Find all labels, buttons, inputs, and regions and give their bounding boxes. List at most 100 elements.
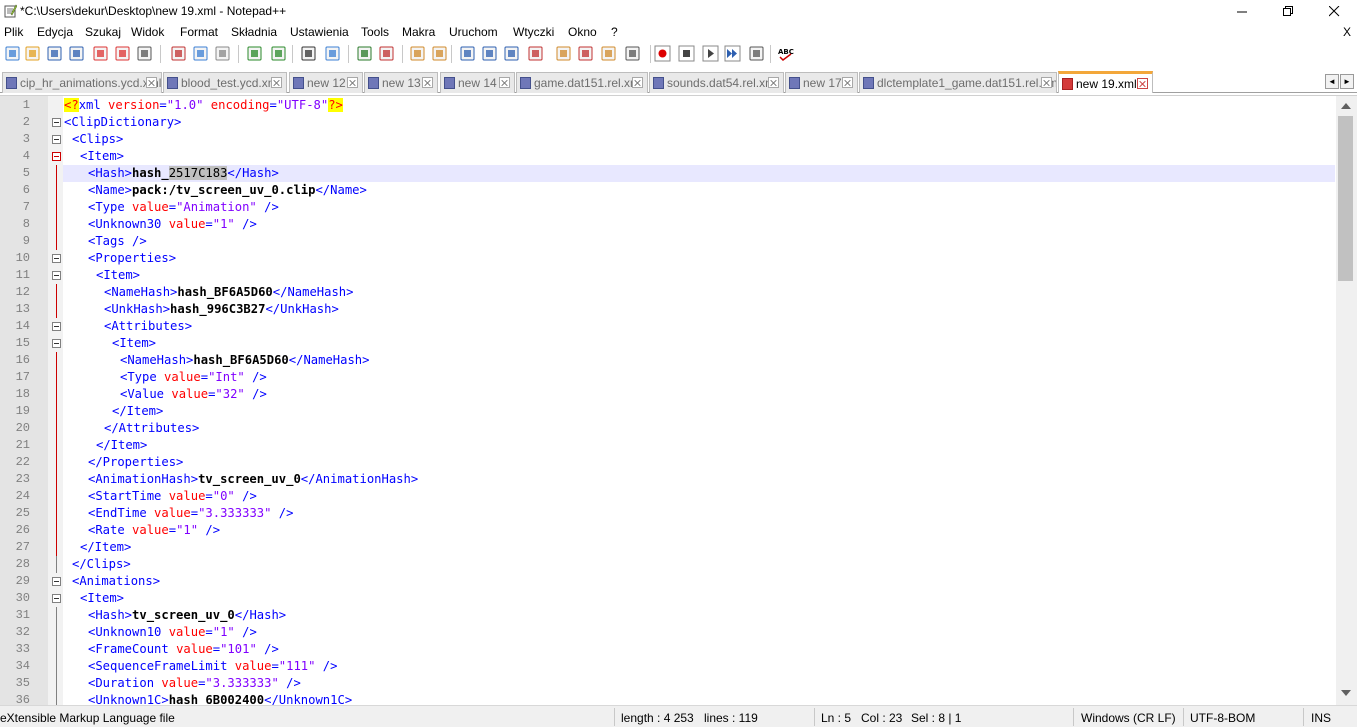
code-text[interactable]: <Clips> [63, 131, 1335, 148]
zoom-out-button[interactable] [378, 45, 395, 62]
menu-help[interactable]: ? [611, 25, 618, 39]
tab-scroll-right-button[interactable]: ► [1340, 74, 1354, 89]
tab-close-icon[interactable] [1137, 78, 1148, 89]
code-text[interactable]: <ClipDictionary> [63, 114, 1335, 131]
tab-3[interactable]: new 13 [364, 72, 438, 93]
find-button[interactable] [300, 45, 317, 62]
menu-okno[interactable]: Okno [568, 25, 597, 39]
code-text[interactable]: </Item> [63, 437, 1335, 454]
tab-close-icon[interactable] [499, 77, 510, 88]
paste-button[interactable] [214, 45, 231, 62]
code-text[interactable]: <Type value="Int" /> [63, 369, 1335, 386]
tab-close-icon[interactable] [422, 77, 433, 88]
tab-7[interactable]: new 17 [785, 72, 858, 93]
code-text[interactable]: </Item> [63, 403, 1335, 420]
cut-button[interactable] [170, 45, 187, 62]
fold-toggle-icon[interactable] [52, 135, 61, 144]
tab-close-icon[interactable] [347, 77, 358, 88]
tab-8[interactable]: dlctemplate1_game.dat151.rel.xml [859, 72, 1057, 93]
replace-button[interactable] [324, 45, 341, 62]
spellcheck-button[interactable]: ABC [778, 45, 795, 62]
code-text[interactable]: <EndTime value="3.333333" /> [63, 505, 1335, 522]
folder-workspace-button[interactable] [600, 45, 617, 62]
menu-ustawienia[interactable]: Ustawienia [290, 25, 349, 39]
document-map-button[interactable] [555, 45, 572, 62]
code-text[interactable]: <Name>pack:/tv_screen_uv_0.clip</Name> [63, 182, 1335, 199]
status-eol[interactable]: Windows (CR LF) [1081, 711, 1176, 725]
code-text[interactable]: <Animations> [63, 573, 1335, 590]
menu-edycja[interactable]: Edycja [37, 25, 73, 39]
code-text[interactable]: <Item> [63, 267, 1335, 284]
copy-button[interactable] [192, 45, 209, 62]
code-text[interactable]: <Unknown10 value="1" /> [63, 624, 1335, 641]
scrollbar-thumb[interactable] [1338, 116, 1353, 281]
tab-close-icon[interactable] [842, 77, 853, 88]
fold-toggle-icon[interactable] [52, 577, 61, 586]
redo-button[interactable] [270, 45, 287, 62]
save-macro-button[interactable] [748, 45, 765, 62]
code-text[interactable]: <Unknown30 value="1" /> [63, 216, 1335, 233]
undo-button[interactable] [246, 45, 263, 62]
stop-record-button[interactable] [678, 45, 695, 62]
menu-tools[interactable]: Tools [361, 25, 389, 39]
code-text[interactable]: <NameHash>hash_BF6A5D60</NameHash> [63, 352, 1335, 369]
code-text[interactable]: <Properties> [63, 250, 1335, 267]
tab-4[interactable]: new 14 [440, 72, 515, 93]
tab-close-icon[interactable] [768, 77, 779, 88]
code-text[interactable]: <Duration value="3.333333" /> [63, 675, 1335, 692]
code-text[interactable]: <StartTime value="0" /> [63, 488, 1335, 505]
run-macro-multiple-button[interactable] [724, 45, 741, 62]
function-list-button[interactable] [577, 45, 594, 62]
code-text[interactable]: <Value value="32" /> [63, 386, 1335, 403]
tab-close-icon[interactable] [632, 77, 643, 88]
code-text[interactable]: <?xml version="1.0" encoding="UTF-8"?> [63, 97, 1335, 114]
code-text[interactable]: </Attributes> [63, 420, 1335, 437]
code-text[interactable]: <UnkHash>hash_996C3B27</UnkHash> [63, 301, 1335, 318]
code-text[interactable]: <Hash>hash_2517C183</Hash> [63, 165, 1335, 182]
code-text[interactable]: <Item> [63, 335, 1335, 352]
code-text[interactable]: <Item> [63, 590, 1335, 607]
tab-close-icon[interactable] [146, 77, 157, 88]
fold-toggle-icon[interactable] [52, 339, 61, 348]
title-bar[interactable]: *C:\Users\dekur\Desktop\new 19.xml - Not… [0, 0, 1357, 22]
menu-uruchom[interactable]: Uruchom [449, 25, 498, 39]
fold-toggle-icon[interactable] [52, 118, 61, 127]
close-button[interactable] [92, 45, 109, 62]
close-all-button[interactable] [114, 45, 131, 62]
code-text[interactable]: <Tags /> [63, 233, 1335, 250]
menu-plik[interactable]: Plik [4, 25, 23, 39]
save-all-button[interactable] [68, 45, 85, 62]
sync-vertical-button[interactable] [409, 45, 426, 62]
tab-0[interactable]: cip_hr_animations.ycd.xml [2, 72, 162, 93]
record-macro-button[interactable] [654, 45, 671, 62]
code-text[interactable]: </Properties> [63, 454, 1335, 471]
tab-close-icon[interactable] [1041, 77, 1052, 88]
code-text[interactable]: <FrameCount value="101" /> [63, 641, 1335, 658]
close-document-button[interactable]: X [1343, 25, 1351, 39]
scroll-down-icon[interactable] [1341, 690, 1351, 696]
play-macro-button[interactable] [702, 45, 719, 62]
maximize-button[interactable] [1265, 0, 1311, 22]
vertical-scrollbar[interactable] [1336, 96, 1357, 705]
status-encoding[interactable]: UTF-8-BOM [1190, 711, 1255, 725]
zoom-in-button[interactable] [356, 45, 373, 62]
save-button[interactable] [46, 45, 63, 62]
language-button[interactable] [527, 45, 544, 62]
menu-widok[interactable]: Widok [131, 25, 164, 39]
menu-skladnia[interactable]: Składnia [231, 25, 277, 39]
code-text[interactable]: <Rate value="1" /> [63, 522, 1335, 539]
status-mode[interactable]: INS [1311, 711, 1331, 725]
tab-scroll-left-button[interactable]: ◄ [1325, 74, 1339, 89]
fold-toggle-icon[interactable] [52, 271, 61, 280]
fold-toggle-icon[interactable] [52, 322, 61, 331]
code-text[interactable]: <AnimationHash>tv_screen_uv_0</Animation… [63, 471, 1335, 488]
minimize-button[interactable] [1219, 0, 1265, 22]
new-file-button[interactable] [4, 45, 21, 62]
code-text[interactable]: <Type value="Animation" /> [63, 199, 1335, 216]
open-file-button[interactable] [24, 45, 41, 62]
scroll-up-icon[interactable] [1341, 103, 1351, 109]
print-button[interactable] [136, 45, 153, 62]
code-text[interactable]: <Hash>tv_screen_uv_0</Hash> [63, 607, 1335, 624]
code-text[interactable]: <Attributes> [63, 318, 1335, 335]
tab-1[interactable]: blood_test.ycd.xml [163, 72, 287, 93]
